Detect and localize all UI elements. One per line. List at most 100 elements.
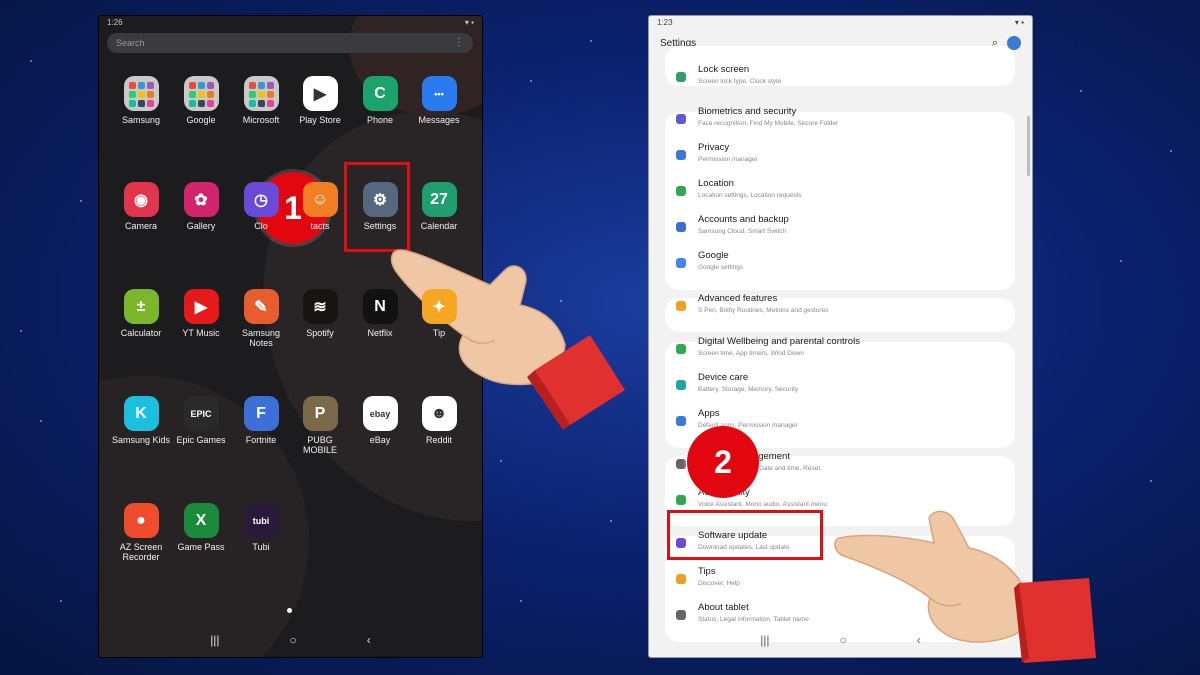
fortnite-icon: F bbox=[243, 396, 279, 431]
app-yt-music[interactable]: ▶ YT Music bbox=[171, 289, 231, 338]
info-icon bbox=[676, 610, 686, 620]
settings-item-subtitle: Screen time, App timers, Wind Down bbox=[698, 350, 804, 357]
home-icon[interactable]: ○ bbox=[290, 633, 297, 653]
calculator-icon: ± bbox=[123, 289, 159, 324]
app-netflix[interactable]: N Netflix bbox=[350, 289, 410, 338]
star bbox=[610, 520, 612, 522]
app-ebay[interactable]: ebay eBay bbox=[350, 396, 410, 445]
recent-apps-icon[interactable]: ||| bbox=[760, 633, 769, 653]
star bbox=[590, 40, 592, 42]
folder-app-thumb bbox=[146, 82, 154, 89]
app-calendar[interactable]: 27 Calendar bbox=[409, 182, 469, 231]
app-label: Play Store bbox=[299, 115, 341, 125]
app-fortnite[interactable]: F Fortnite bbox=[231, 396, 291, 445]
app-label: Samsung Kids bbox=[111, 435, 171, 445]
privacy-icon bbox=[676, 150, 686, 160]
settings-item-subtitle: Status, Legal information, Tablet name bbox=[698, 616, 809, 623]
app-label: Camera bbox=[124, 221, 157, 231]
app-samsung-kids[interactable]: K Samsung Kids bbox=[111, 396, 171, 445]
settings-item-location[interactable]: Location Location settings, Location requ… bbox=[665, 174, 1015, 208]
google-g-icon bbox=[676, 258, 686, 268]
google-folder-icon bbox=[183, 76, 219, 111]
app-gallery[interactable]: ✿ Gallery bbox=[171, 182, 231, 231]
folder-app-thumb bbox=[188, 82, 196, 89]
app-spotify[interactable]: ≋ Spotify bbox=[290, 289, 350, 338]
app-samsung[interactable]: Samsung bbox=[111, 76, 171, 125]
tubi-icon: tubi bbox=[243, 503, 279, 538]
reddit-icon: ☻ bbox=[421, 396, 457, 431]
gallery-icon: ✿ bbox=[183, 182, 219, 217]
settings-item-title: Apps bbox=[698, 408, 720, 419]
settings-item-subtitle: Face recognition, Find My Mobile, Secure… bbox=[698, 120, 839, 127]
software-update-highlight-box bbox=[667, 510, 823, 560]
netflix-icon: N bbox=[362, 289, 398, 324]
settings-item-title: Google bbox=[698, 250, 729, 261]
pubg-icon: P bbox=[302, 396, 338, 431]
app-clo[interactable]: ◷ Clo bbox=[231, 182, 291, 231]
settings-item-advanced-features[interactable]: Advanced features S Pen, Bixby Routines, … bbox=[665, 289, 1015, 323]
app-label: eBay bbox=[369, 435, 391, 445]
star bbox=[1120, 260, 1122, 262]
settings-item-biometrics-and-security[interactable]: Biometrics and security Face recognition,… bbox=[665, 102, 1015, 136]
pointing-hand-icon bbox=[834, 510, 1096, 663]
folder-app-thumb bbox=[137, 82, 145, 89]
app-tacts[interactable]: ☺ tacts bbox=[290, 182, 350, 231]
settings-item-title: Privacy bbox=[698, 142, 730, 153]
epic-games-icon: EPIC bbox=[183, 396, 219, 431]
navigation-bar: ||| ○ ‹ bbox=[99, 633, 482, 653]
settings-item-device-care[interactable]: Device care Battery, Storage, Memory, Sec… bbox=[665, 368, 1015, 402]
app-label: Game Pass bbox=[177, 542, 225, 552]
folder-app-thumb bbox=[146, 91, 154, 98]
app-label: Google bbox=[186, 115, 216, 125]
step-number: 2 bbox=[714, 443, 732, 480]
app-reddit[interactable]: ☻ Reddit bbox=[409, 396, 469, 445]
folder-app-thumb bbox=[257, 82, 265, 89]
app-label: Tip bbox=[432, 328, 446, 338]
app-phone[interactable]: C Phone bbox=[350, 76, 410, 125]
app-label: Phone bbox=[366, 115, 394, 125]
settings-item-title: About tablet bbox=[698, 602, 749, 613]
app-label: tacts bbox=[310, 221, 330, 231]
app-settings[interactable]: ⚙ Settings bbox=[350, 182, 410, 231]
location-pin-icon bbox=[676, 186, 686, 196]
app-game-pass[interactable]: X Game Pass bbox=[171, 503, 231, 552]
recent-apps-icon[interactable]: ||| bbox=[210, 633, 219, 653]
settings-item-google[interactable]: Google Google settings bbox=[665, 246, 1015, 280]
app-label: Microsoft bbox=[242, 115, 280, 125]
folder-app-thumb bbox=[206, 91, 214, 98]
camera-icon: ◉ bbox=[123, 182, 159, 217]
app-az-screen-recorder[interactable]: ● AZ Screen Recorder bbox=[111, 503, 171, 562]
app-messages[interactable]: ••• Messages bbox=[409, 76, 469, 125]
app-samsung-notes[interactable]: ✎ Samsung Notes bbox=[231, 289, 291, 348]
app-label: Tubi bbox=[252, 542, 270, 552]
back-icon[interactable]: ‹ bbox=[367, 633, 371, 653]
calendar-icon: 27 bbox=[421, 182, 457, 217]
app-play-store[interactable]: ▶ Play Store bbox=[290, 76, 350, 125]
settings-item-subtitle: Voice Assistant, Mono audio, Assistant m… bbox=[698, 501, 827, 508]
app-tip[interactable]: ✦ Tip bbox=[409, 289, 469, 338]
app-epic-games[interactable]: EPIC Epic Games bbox=[171, 396, 231, 445]
app-google[interactable]: Google bbox=[171, 76, 231, 125]
app-label: Spotify bbox=[306, 328, 334, 338]
settings-item-privacy[interactable]: Privacy Permission manager bbox=[665, 138, 1015, 172]
app-tubi[interactable]: tubi Tubi bbox=[231, 503, 291, 552]
folder-app-thumb bbox=[188, 100, 196, 107]
app-calculator[interactable]: ± Calculator bbox=[111, 289, 171, 338]
app-pubg-mobile[interactable]: P PUBG MOBILE bbox=[290, 396, 350, 455]
ebay-icon: ebay bbox=[362, 396, 398, 431]
app-microsoft[interactable]: Microsoft bbox=[231, 76, 291, 125]
folder-app-thumb bbox=[137, 100, 145, 107]
star bbox=[530, 80, 532, 82]
tips-icon: ✦ bbox=[421, 289, 457, 324]
folder-app-thumb bbox=[128, 82, 136, 89]
gear-plus-icon bbox=[676, 301, 686, 311]
shield-icon bbox=[676, 114, 686, 124]
settings-item-digital-wellbeing-and-parental-controls[interactable]: Digital Wellbeing and parental controls S… bbox=[665, 332, 1015, 366]
folder-app-thumb bbox=[257, 91, 265, 98]
accessibility-icon bbox=[676, 495, 686, 505]
settings-item-lock-screen[interactable]: Lock screen Screen lock type, Clock style bbox=[665, 60, 1015, 94]
app-label: Messages bbox=[418, 115, 460, 125]
settings-item-accounts-and-backup[interactable]: Accounts and backup Samsung Cloud, Smart … bbox=[665, 210, 1015, 244]
star bbox=[80, 200, 82, 202]
app-camera[interactable]: ◉ Camera bbox=[111, 182, 171, 231]
